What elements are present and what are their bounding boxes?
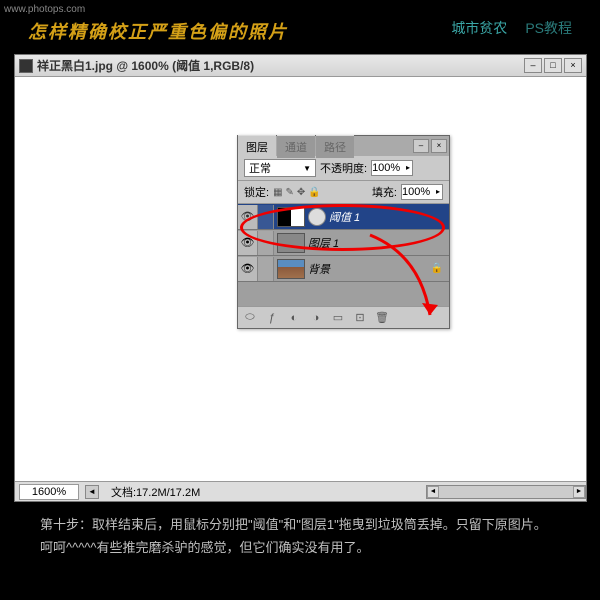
lock-all-icon[interactable]: 🔒 xyxy=(308,187,320,198)
scroll-left-arrow[interactable]: ◄ xyxy=(427,486,439,498)
panel-tabs: 图层 通道 路径 – × xyxy=(238,136,449,156)
layer-thumb xyxy=(277,233,305,253)
titlebar: 祥正黑白1.jpg @ 1600% (阈值 1,RGB/8) – □ × xyxy=(15,55,586,77)
lock-paint-icon[interactable]: ✎ xyxy=(286,187,294,198)
lock-label: 锁定: xyxy=(244,184,269,200)
header-links: 城市贫农 PS教程 xyxy=(451,18,572,44)
lock-row: 锁定: ▦ ✎ ✥ 🔒 填充: 100%▸ xyxy=(238,181,449,204)
visibility-icon[interactable]: 👁 xyxy=(238,231,258,255)
scroll-right-arrow[interactable]: ► xyxy=(573,486,585,498)
watermark: www.photops.com xyxy=(4,4,85,15)
zoom-input[interactable]: 1600% xyxy=(19,484,79,500)
maximize-button[interactable]: □ xyxy=(544,58,562,73)
layer-name: 背景 xyxy=(308,261,330,277)
minimize-button[interactable]: – xyxy=(524,58,542,73)
link-author[interactable]: 城市贫农 xyxy=(451,18,507,44)
fx-icon[interactable]: ƒ xyxy=(264,312,280,324)
blend-row: 正常▼ 不透明度: 100%▸ xyxy=(238,156,449,181)
mask-icon[interactable]: ◐ xyxy=(286,312,302,324)
layer-1[interactable]: 👁 图层 1 xyxy=(238,230,449,256)
page-header: 怎样精确校正严重色偏的照片 城市贫农 PS教程 xyxy=(0,0,600,56)
doc-info: 文档:17.2M/17.2M xyxy=(111,484,200,500)
new-layer-icon[interactable]: ⊡ xyxy=(352,311,368,324)
visibility-icon[interactable]: 👁 xyxy=(238,257,258,281)
lock-icon: 🔒 xyxy=(431,263,443,274)
page-title: 怎样精确校正严重色偏的照片 xyxy=(28,18,288,44)
close-button[interactable]: × xyxy=(564,58,582,73)
scroll-left-icon[interactable]: ◄ xyxy=(85,485,99,499)
lock-transparent-icon[interactable]: ▦ xyxy=(273,187,282,198)
layers-panel: 图层 通道 路径 – × 正常▼ 不透明度: 100%▸ 锁定: ▦ ✎ ✥ 🔒… xyxy=(237,135,450,329)
tab-layers[interactable]: 图层 xyxy=(238,135,276,158)
tab-paths[interactable]: 路径 xyxy=(316,135,354,158)
layer-name: 图层 1 xyxy=(308,235,339,251)
trash-icon[interactable]: 🗑 xyxy=(374,311,390,324)
panel-minimize-icon[interactable]: – xyxy=(413,139,429,153)
status-bar: 1600% ◄ 文档:17.2M/17.2M ◄ ► xyxy=(15,481,586,501)
opacity-input[interactable]: 100%▸ xyxy=(371,160,413,176)
lock-icons: ▦ ✎ ✥ 🔒 xyxy=(273,187,321,198)
visibility-icon[interactable]: 👁 xyxy=(238,205,258,229)
scrollbar-horizontal[interactable]: ◄ ► xyxy=(426,485,586,499)
link-layers-icon[interactable]: ⬭ xyxy=(242,311,258,324)
adjustment-icon xyxy=(308,208,326,226)
link-tutorials[interactable]: PS教程 xyxy=(525,18,572,44)
tutorial-step: 第十步：取样结束后，用鼠标分别把"阈值"和"图层1"拖曳到垃圾筒丢掉。只留下原图… xyxy=(14,513,586,536)
panel-close-icon[interactable]: × xyxy=(431,139,447,153)
layer-name: 阈值 1 xyxy=(329,209,360,225)
layer-list: 👁 阈值 1 👁 图层 1 👁 背景 🔒 xyxy=(238,204,449,306)
layer-thumb xyxy=(277,259,305,279)
folder-icon[interactable]: ▭ xyxy=(330,311,346,324)
layer-background[interactable]: 👁 背景 🔒 xyxy=(238,256,449,282)
window-buttons: – □ × xyxy=(524,58,582,73)
layers-footer: ⬭ ƒ ◐ ◑ ▭ ⊡ 🗑 xyxy=(238,306,449,328)
opacity-label: 不透明度: xyxy=(320,160,367,176)
blend-mode-select[interactable]: 正常▼ xyxy=(244,159,316,177)
window-title: 祥正黑白1.jpg @ 1600% (阈值 1,RGB/8) xyxy=(37,57,524,74)
adjustment-new-icon[interactable]: ◑ xyxy=(308,312,324,324)
tutorial-note: 呵呵^^^^^有些推完磨杀驴的感觉，但它们确实没有用了。 xyxy=(14,536,586,559)
lock-move-icon[interactable]: ✥ xyxy=(297,187,305,198)
tab-channels[interactable]: 通道 xyxy=(277,135,315,158)
layer-threshold[interactable]: 👁 阈值 1 xyxy=(238,204,449,230)
layer-thumb xyxy=(277,207,305,227)
tutorial-text: 第十步：取样结束后，用鼠标分别把"阈值"和"图层1"拖曳到垃圾筒丢掉。只留下原图… xyxy=(14,513,586,560)
fill-label: 填充: xyxy=(372,184,397,200)
app-icon xyxy=(19,59,33,73)
fill-input[interactable]: 100%▸ xyxy=(401,184,443,200)
